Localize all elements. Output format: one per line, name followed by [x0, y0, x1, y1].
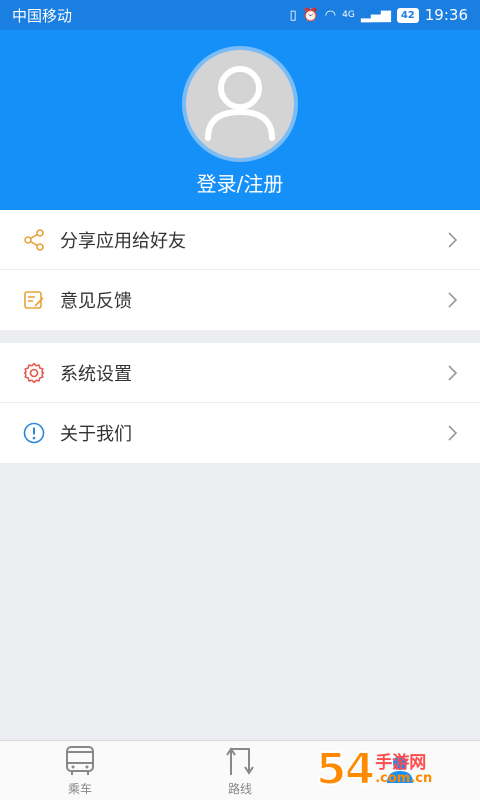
- share-icon: [22, 228, 46, 252]
- chevron-right-icon: [448, 231, 458, 248]
- alarm-icon: ⏰: [302, 7, 319, 23]
- status-bar: 中国移动 ▯ ⏰ ◠ 4G ▂▄▆ 42 19:36: [0, 0, 480, 30]
- watermark-number: 54: [315, 744, 376, 795]
- menu-item-feedback-label: 意见反馈: [60, 291, 132, 312]
- menu-group-2: 系统设置 关于我们: [0, 343, 480, 463]
- chevron-right-icon: [448, 425, 458, 441]
- bus-icon: [66, 745, 94, 775]
- watermark-url: .com.cn: [375, 771, 433, 787]
- chevron-right-icon: [448, 292, 458, 308]
- menu-item-share-label: 分享应用给好友: [60, 230, 186, 252]
- user-silhouette-icon: [205, 66, 275, 141]
- tab-ride[interactable]: 乘车: [0, 741, 160, 800]
- status-icons: ▯ ⏰ ◠ 4G ▂▄▆ 42 19:36: [289, 6, 468, 24]
- route-icon: [226, 746, 254, 775]
- menu-item-about[interactable]: 关于我们: [0, 403, 480, 463]
- tab-route[interactable]: 路线: [160, 741, 320, 800]
- menu-item-settings[interactable]: 系统设置: [0, 343, 480, 403]
- menu-group-1: 分享应用给好友 意见反馈: [0, 210, 480, 330]
- menu-item-about-label: 关于我们: [60, 424, 132, 445]
- chevron-right-icon: [448, 364, 458, 381]
- watermark-text: 手游网: [375, 752, 427, 773]
- tab-ride-label: 乘车: [67, 781, 92, 796]
- network-type-label: 4G: [342, 10, 355, 20]
- carrier-label: 中国移动: [12, 6, 73, 25]
- watermark-logo: 54 手游网 .com.cn: [315, 742, 476, 798]
- feedback-icon: [22, 288, 46, 312]
- login-register-link[interactable]: 登录/注册: [0, 168, 480, 197]
- menu-item-feedback[interactable]: 意见反馈: [0, 270, 480, 330]
- tab-route-label: 路线: [227, 781, 252, 796]
- signal-icon: ▂▄▆: [360, 7, 391, 23]
- battery-icon: 42: [396, 7, 419, 23]
- menu-item-share[interactable]: 分享应用给好友: [0, 210, 480, 270]
- vibrate-icon: ▯: [289, 7, 297, 23]
- avatar[interactable]: [182, 46, 298, 162]
- wifi-icon: ◠: [324, 7, 337, 23]
- gear-icon: [22, 361, 46, 385]
- time-label: 19:36: [424, 6, 468, 24]
- profile-header: 登录/注册: [0, 30, 480, 210]
- info-icon: [22, 421, 46, 445]
- menu-item-settings-label: 系统设置: [60, 363, 132, 385]
